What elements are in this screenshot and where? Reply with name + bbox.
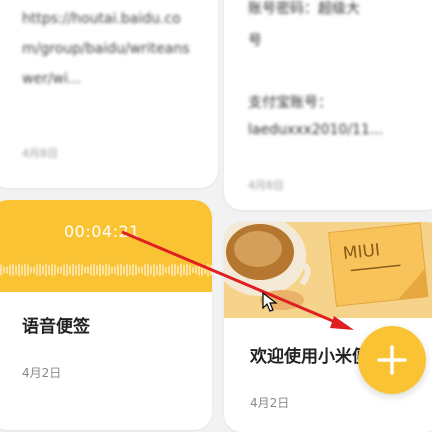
welcome-note-date: 4月2日 bbox=[250, 396, 290, 410]
note-url-text: https://houtai.baidu.com/group/baidu/wri… bbox=[22, 11, 190, 87]
voice-note-header: 00:04:21 bbox=[0, 200, 212, 292]
note-card-account[interactable]: 账号密码：超级大 号 支付宝账号： laeduxxx2010/11... 4月8… bbox=[224, 0, 432, 210]
note-card-url[interactable]: https://houtai.baidu.com/group/baidu/wri… bbox=[0, 0, 218, 188]
banner-logo-text: MIUI bbox=[342, 240, 381, 264]
note-url-date: 4月8日 bbox=[22, 147, 58, 160]
voice-duration: 00:04:21 bbox=[64, 222, 140, 241]
note-account-date: 4月8日 bbox=[248, 179, 284, 192]
voice-note-date: 4月2日 bbox=[22, 366, 62, 380]
note-card-voice[interactable]: 00:04:21 语音便签 4月2日 bbox=[0, 200, 212, 430]
note-account-line: 账号密码：超级大 bbox=[248, 1, 360, 17]
plus-icon bbox=[377, 345, 407, 375]
waveform-icon bbox=[0, 263, 212, 277]
add-note-button[interactable] bbox=[358, 326, 426, 394]
mouse-cursor-icon bbox=[262, 292, 278, 312]
note-account-line: laeduxxx2010/11... bbox=[248, 122, 384, 138]
note-account-line: 号 bbox=[248, 33, 262, 49]
welcome-banner-image: MIUI bbox=[224, 222, 432, 318]
note-account-line: 支付宝账号： bbox=[248, 95, 332, 111]
voice-note-title: 语音便签 bbox=[22, 317, 90, 337]
